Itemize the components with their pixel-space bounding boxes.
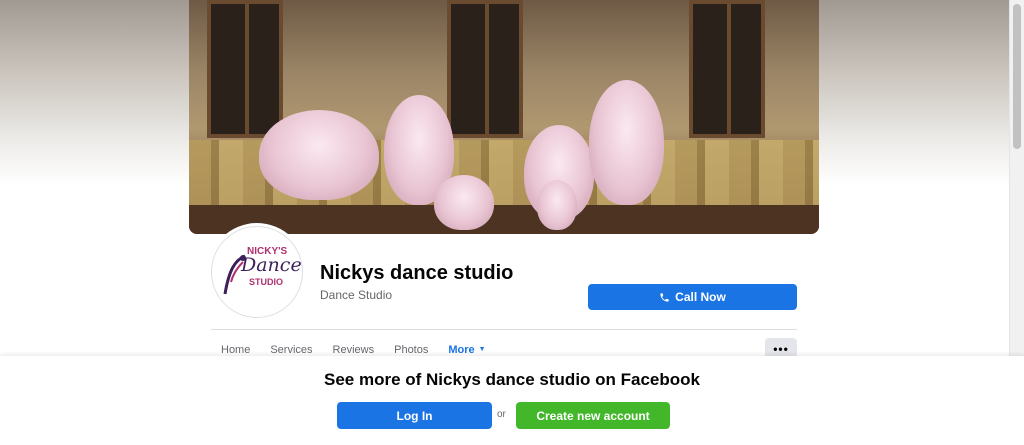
- cover-floor: [189, 205, 819, 234]
- cover-window: [689, 0, 765, 138]
- call-now-label: Call Now: [675, 290, 726, 304]
- phone-icon: [660, 292, 669, 302]
- studio-logo: NICKY'S Dance STUDIO: [217, 232, 302, 312]
- call-now-button[interactable]: Call Now: [588, 284, 797, 310]
- tab-more[interactable]: More ▼: [438, 343, 495, 357]
- login-button[interactable]: Log In: [337, 402, 492, 429]
- or-separator: or: [497, 409, 506, 420]
- dancer-figure: [259, 110, 379, 200]
- tab-more-label: More: [448, 344, 475, 356]
- page-title[interactable]: Nickys dance studio: [320, 262, 513, 285]
- tab-reviews[interactable]: Reviews: [323, 343, 385, 357]
- tab-services[interactable]: Services: [260, 343, 322, 357]
- header-divider: [211, 329, 797, 330]
- logo-text-line2: Dance: [241, 254, 302, 276]
- caret-down-icon: ▼: [478, 346, 486, 353]
- create-account-button[interactable]: Create new account: [516, 402, 670, 429]
- dancer-figure: [537, 180, 577, 230]
- page-nav-tabs: Home Services Reviews Photos More ▼: [211, 343, 496, 357]
- dancer-figure: [589, 80, 664, 205]
- page-category: Dance Studio: [320, 288, 393, 302]
- logo-text-line3: STUDIO: [249, 277, 284, 287]
- cover-window: [447, 0, 523, 138]
- login-prompt-panel: See more of Nickys dance studio on Faceb…: [0, 356, 1024, 445]
- dancer-figure: [434, 175, 494, 230]
- tab-photos[interactable]: Photos: [384, 343, 438, 357]
- profile-avatar[interactable]: NICKY'S Dance STUDIO: [211, 226, 303, 318]
- cover-window: [207, 0, 283, 138]
- scrollbar-thumb[interactable]: [1013, 4, 1021, 149]
- cover-photo[interactable]: [189, 0, 819, 234]
- login-prompt-title: See more of Nickys dance studio on Faceb…: [324, 370, 700, 389]
- tab-home[interactable]: Home: [211, 343, 260, 357]
